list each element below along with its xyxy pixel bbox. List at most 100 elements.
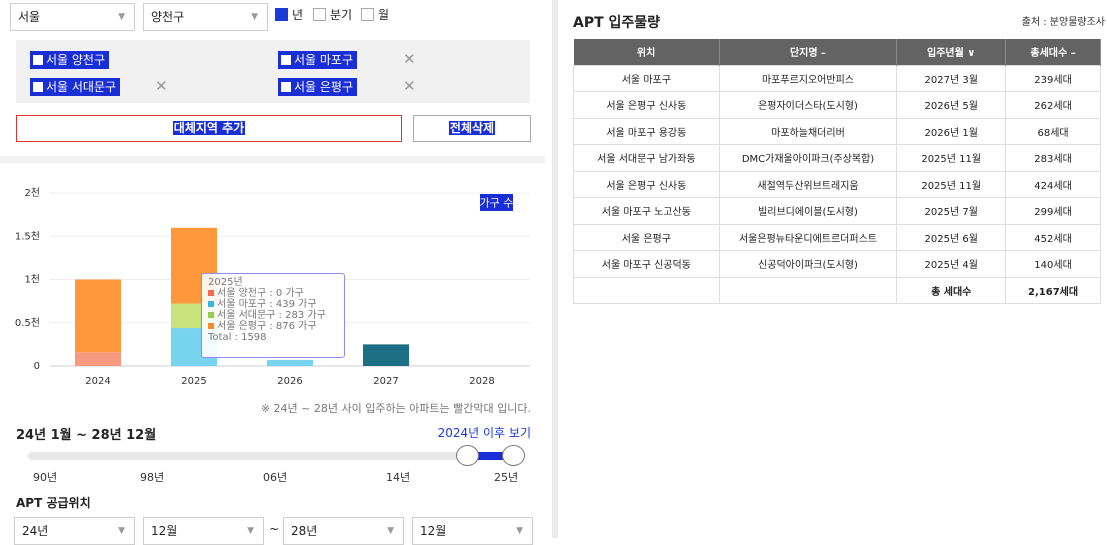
y-tick-label: 1천 — [24, 274, 40, 286]
source-label: 출처 : 분양물량조사 — [1021, 17, 1105, 28]
cell-households: 68세대 — [1005, 117, 1101, 145]
tooltip-row: 서울 서대문구 : 283 가구 — [208, 310, 338, 321]
legend-dot-icon — [208, 312, 214, 318]
from-year-select[interactable]: 24년 ▼ — [14, 517, 135, 545]
table-row[interactable]: 서울 마포구 노고산동 빌리브디에이블(도시형) 2025년 7월 299세대 — [573, 197, 1101, 225]
y-tick-label: 0 — [34, 361, 40, 372]
right-panel: APT 입주물량 출처 : 분양물량조사 위치 단지명 – 입주년월 ∨ 총세대… — [558, 0, 1107, 538]
region-list: 서울 양천구 서울 마포구 ✕ 서울 서대문구 ✕ 서울 은평구 ✕ — [16, 40, 530, 103]
cell-complex: 서울은평뉴타운디에트르더퍼스트 — [718, 223, 898, 251]
table-row[interactable]: 서울 마포구 용강동 마포하늘채더리버 2026년 1월 68세대 — [573, 117, 1101, 145]
chevron-down-icon: ▼ — [247, 526, 254, 536]
x-tick-label: 2026 — [277, 376, 302, 387]
year-slider-track[interactable] — [28, 452, 517, 460]
city-select-value: 서울 — [18, 10, 41, 24]
header-complex[interactable]: 단지명 – — [719, 39, 898, 65]
cell-location: 서울 마포구 — [573, 64, 720, 92]
cell-move-in: 2025년 7월 — [896, 197, 1007, 225]
add-region-button-label: 대체지역 추가 — [172, 121, 246, 135]
checkbox-icon — [33, 55, 43, 65]
cell-households: 140세대 — [1005, 250, 1101, 278]
from-month-select[interactable]: 12월 ▼ — [143, 517, 264, 545]
district-select[interactable]: 양천구 ▼ — [143, 3, 268, 31]
cell-complex: 은평자이더스타(도시형) — [718, 91, 898, 119]
total-value: 2,167세대 — [1005, 276, 1101, 304]
slider-start-handle[interactable] — [456, 445, 479, 466]
after-2024-link[interactable]: 2024년 이후 보기 — [438, 424, 531, 441]
quarter-checkbox[interactable] — [313, 8, 326, 21]
city-select[interactable]: 서울 ▼ — [10, 3, 135, 31]
region-tag[interactable]: 서울 서대문구 — [30, 78, 121, 96]
close-icon[interactable]: ✕ — [403, 77, 416, 95]
cell-complex: 빌리브디에이블(도시형) — [718, 197, 898, 225]
region-tag[interactable]: 서울 마포구 — [278, 51, 358, 69]
header-households[interactable]: 총세대수 – — [1005, 39, 1101, 65]
close-icon[interactable]: ✕ — [155, 77, 168, 95]
slider-label: 25년 — [494, 471, 519, 484]
table-body: 서울 마포구 마포푸르지오어반피스 2027년 3월 239세대 서울 은평구 신사동 은… — [573, 64, 1101, 304]
table-row[interactable]: 서울 마포구 마포푸르지오어반피스 2027년 3월 239세대 — [573, 64, 1101, 92]
from-month-value: 12월 — [151, 524, 178, 538]
x-tick-label: 2025 — [181, 376, 206, 387]
range-label: 24년 1월 ~ 28년 12월 — [16, 428, 157, 443]
x-tick-label: 2024 — [85, 376, 110, 387]
chevron-down-icon: ▼ — [251, 12, 258, 22]
month-checkbox[interactable] — [361, 8, 374, 21]
tooltip-row: 서울 마포구 : 439 가구 — [208, 299, 338, 310]
panel-title: APT 입주물량 — [573, 15, 661, 31]
chevron-down-icon: ▼ — [118, 526, 125, 536]
table-row[interactable]: 서울 은평구 서울은평뉴타운디에트르더퍼스트 2025년 6월 452세대 — [573, 223, 1101, 251]
year-checkbox[interactable] — [275, 8, 288, 21]
header-location[interactable]: 위치 — [573, 39, 720, 65]
left-panel: 서울 ▼ 양천구 ▼ 년 분기 월 서울 양천구 서울 마포구 ✕ 서울 서대문… — [0, 0, 545, 545]
table-header-row: 위치 단지명 – 입주년월 ∨ 총세대수 – — [573, 39, 1101, 65]
region-tag-label: 서울 양천구 — [46, 53, 106, 67]
close-icon[interactable]: ✕ — [403, 50, 416, 68]
cell-move-in: 2027년 3월 — [896, 64, 1007, 92]
to-year-value: 28년 — [291, 524, 318, 538]
region-tag[interactable]: 서울 은평구 — [278, 78, 358, 96]
delete-all-button-label: 전체삭제 — [448, 121, 496, 135]
table-row[interactable]: 서울 서대문구 남가좌동 DMC가재울아이파크(주상복합) 2025년 11월 283… — [573, 144, 1101, 172]
y-tick-label: 1.5천 — [15, 230, 40, 242]
bar-segment — [363, 344, 409, 366]
header-move-in[interactable]: 입주년월 ∨ — [896, 39, 1007, 65]
chart-tooltip: 2025년 서울 양천구 : 0 가구 서울 마포구 : 439 가구 서울 서… — [201, 273, 345, 358]
x-tick-label: 2028 — [469, 376, 494, 387]
cell-move-in: 2026년 5월 — [896, 91, 1007, 119]
delete-all-button[interactable]: 전체삭제 — [413, 115, 531, 142]
district-select-value: 양천구 — [151, 10, 185, 24]
cell-move-in: 2025년 4월 — [896, 250, 1007, 278]
bar-segment — [75, 352, 121, 366]
to-year-select[interactable]: 28년 ▼ — [283, 517, 404, 545]
from-year-value: 24년 — [22, 524, 49, 538]
x-tick-label: 2027 — [373, 376, 398, 387]
add-region-button[interactable]: 대체지역 추가 — [16, 115, 402, 142]
cell-households: 452세대 — [1005, 223, 1101, 251]
table-row[interactable]: 서울 은평구 신사동 은평자이더스타(도시형) 2026년 5월 262세대 — [573, 91, 1101, 119]
cell-complex: 신공덕아이파크(도시형) — [718, 250, 898, 278]
cell-location: 서울 마포구 노고산동 — [573, 197, 720, 225]
to-month-select[interactable]: 12월 ▼ — [412, 517, 533, 545]
region-tag-label: 서울 서대문구 — [46, 80, 117, 94]
checkbox-icon — [281, 55, 291, 65]
region-tag-label: 서울 마포구 — [294, 53, 354, 67]
table-row[interactable]: 서울 마포구 신공덕동 신공덕아이파크(도시형) 2025년 4월 140세대 — [573, 250, 1101, 278]
cell-complex: 마포푸르지오어반피스 — [718, 64, 898, 92]
cell-move-in: 2026년 1월 — [896, 117, 1007, 145]
slider-label: 90년 — [33, 471, 58, 484]
region-tag[interactable]: 서울 양천구 — [30, 51, 110, 69]
tooltip-row: 서울 은평구 : 876 가구 — [208, 321, 338, 332]
cell-households: 424세대 — [1005, 170, 1101, 198]
tooltip-row: 서울 양천구 : 0 가구 — [208, 288, 338, 299]
table-row[interactable]: 서울 은평구 신사동 새절역두산위브트레지움 2025년 11월 424세대 — [573, 170, 1101, 198]
cell-households: 299세대 — [1005, 197, 1101, 225]
to-month-value: 12월 — [420, 524, 447, 538]
slider-label: 98년 — [140, 471, 165, 484]
cell-complex: 마포하늘채더리버 — [718, 117, 898, 145]
slider-end-handle[interactable] — [502, 445, 525, 466]
chevron-down-icon: ▼ — [118, 12, 125, 22]
legend-label: 가구 수 — [480, 197, 514, 210]
section-divider — [0, 156, 545, 163]
cell-location: 서울 마포구 용강동 — [573, 117, 720, 145]
